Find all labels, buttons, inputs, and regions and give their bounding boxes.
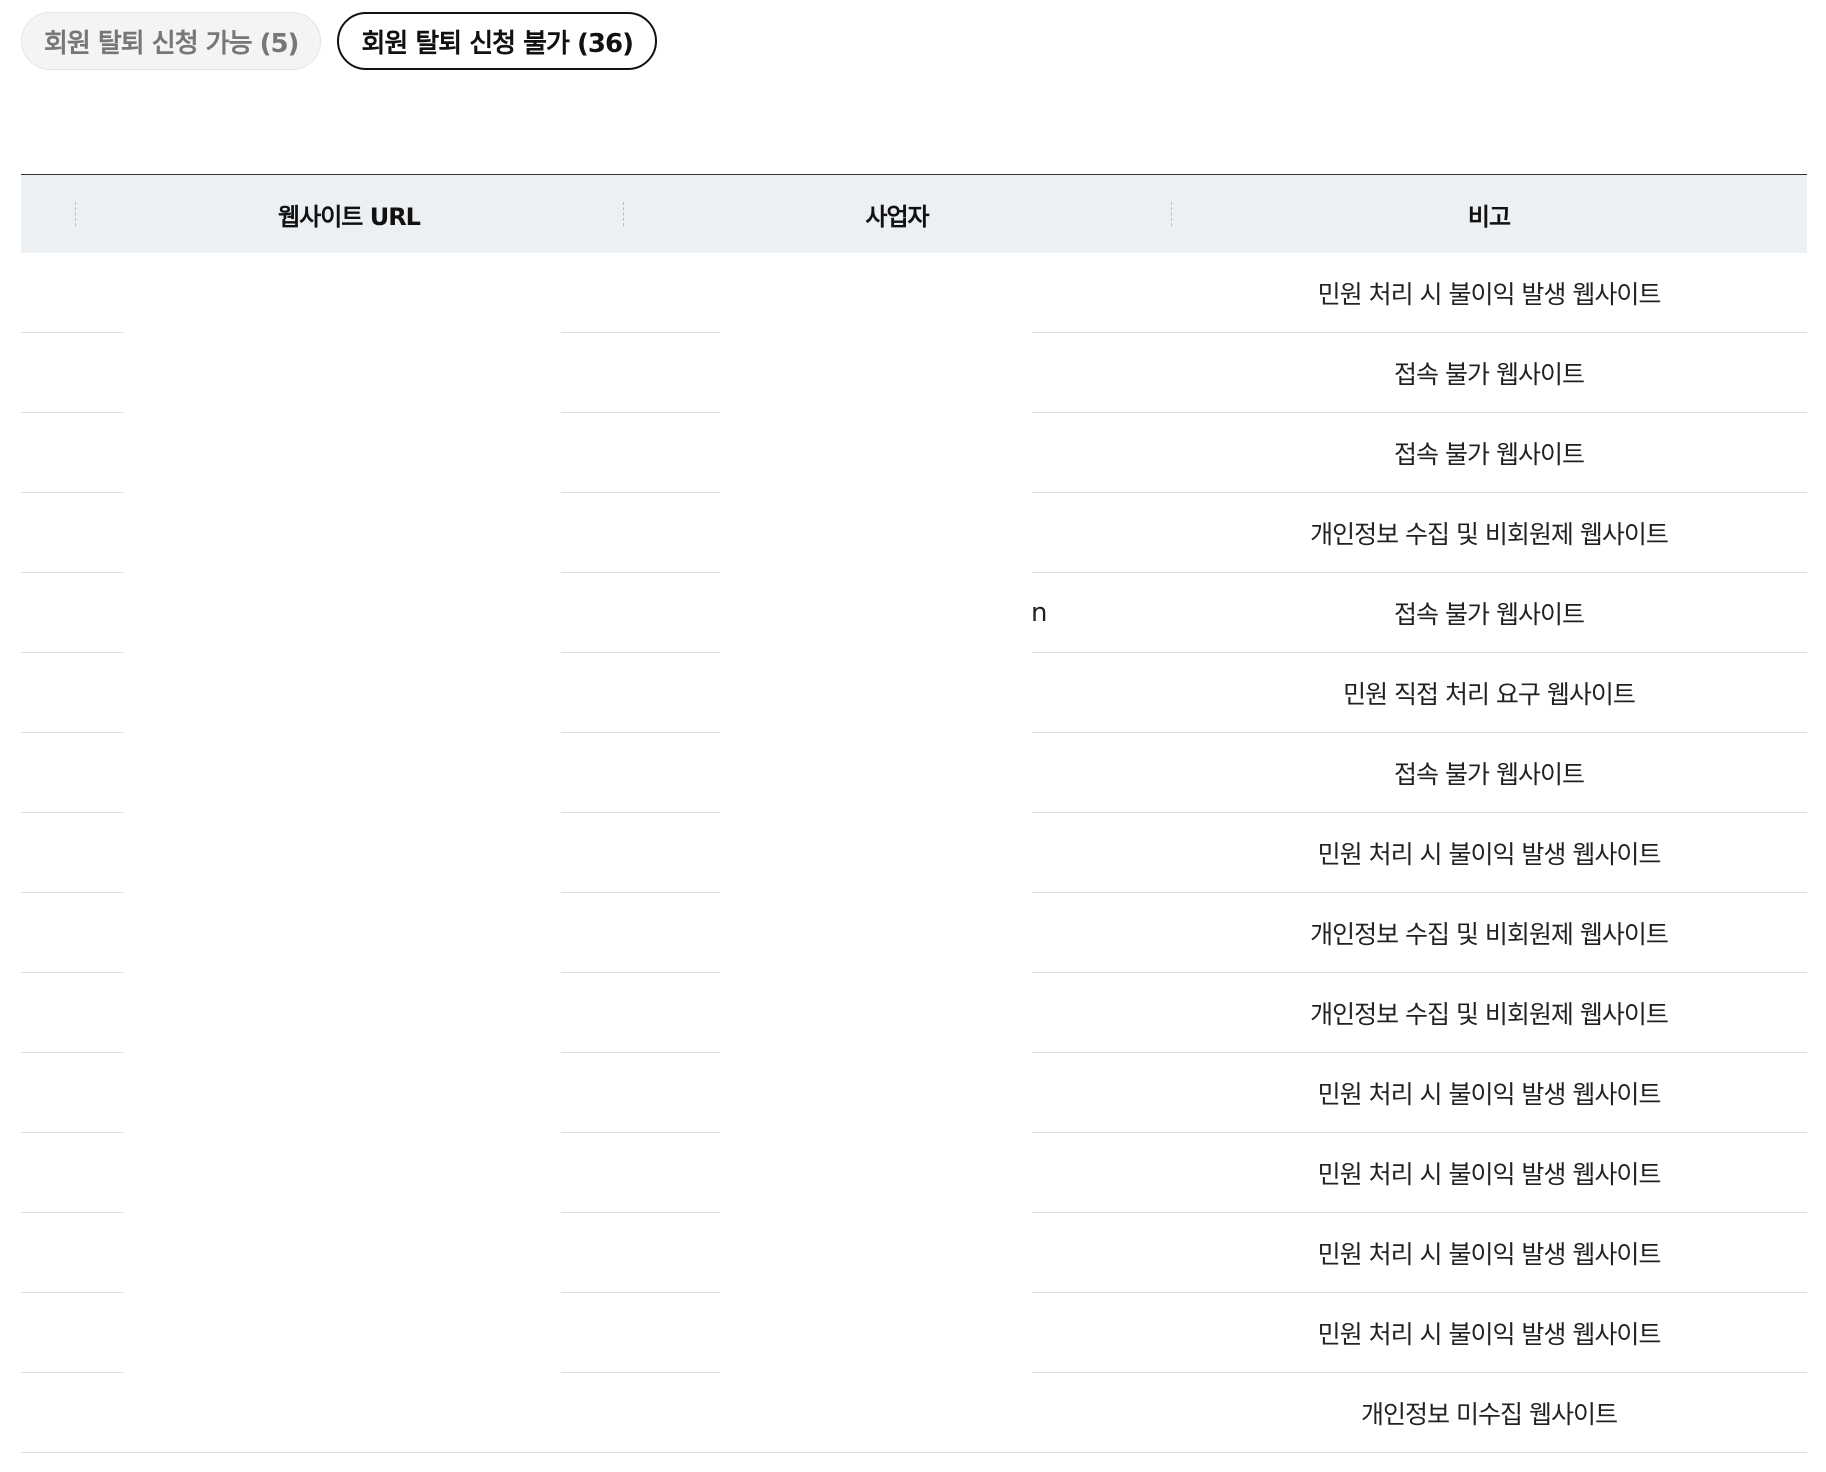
websites-table: 웹사이트 URL 사업자 비고 민원 처리 시 불이익 발생 웹사이트접속 불가…	[21, 174, 1807, 1453]
table-row: 민원 처리 시 불이익 발생 웹사이트	[21, 1293, 1807, 1373]
row-divider	[21, 1452, 1807, 1453]
note-cell: 민원 처리 시 불이익 발생 웹사이트	[1317, 1160, 1662, 1189]
header-note: 비고	[1171, 175, 1807, 253]
note-cell: 민원 처리 시 불이익 발생 웹사이트	[1317, 1080, 1662, 1109]
table-row: 개인정보 수집 및 비회원제 웹사이트	[21, 493, 1807, 573]
table-row: 개인정보 미수집 웹사이트	[21, 1373, 1807, 1453]
table-row: 접속 불가 웹사이트	[21, 413, 1807, 493]
note-cell: 민원 처리 시 불이익 발생 웹사이트	[1317, 1320, 1662, 1349]
table-body: 민원 처리 시 불이익 발생 웹사이트 접속 불가 웹사이트 접속 불가 웹사이트 개…	[21, 253, 1807, 1453]
note-cell: 개인정보 수집 및 비회원제 웹사이트	[1310, 520, 1669, 549]
note-cell: 개인정보 수집 및 비회원제 웹사이트	[1310, 1000, 1669, 1029]
header-website-url: 웹사이트 URL	[75, 175, 623, 253]
table-row: n 접속 불가 웹사이트	[21, 573, 1807, 653]
operator-text-fragment: n	[1031, 598, 1047, 628]
note-cell: 접속 불가 웹사이트	[1394, 600, 1585, 629]
table-row: 접속 불가 웹사이트	[21, 333, 1807, 413]
note-cell: 개인정보 미수집 웹사이트	[1361, 1400, 1618, 1429]
tab-withdrawal-possible[interactable]: 회원 탈퇴 신청 가능 (5)	[21, 12, 322, 70]
table-row: 민원 처리 시 불이익 발생 웹사이트	[21, 253, 1807, 333]
table-row: 민원 처리 시 불이익 발생 웹사이트	[21, 1213, 1807, 1293]
table-row: 민원 직접 처리 요구 웹사이트	[21, 653, 1807, 733]
note-cell: 개인정보 수집 및 비회원제 웹사이트	[1310, 920, 1669, 949]
table-row: 민원 처리 시 불이익 발생 웹사이트	[21, 813, 1807, 893]
note-cell: 접속 불가 웹사이트	[1394, 440, 1585, 469]
note-cell: 민원 처리 시 불이익 발생 웹사이트	[1317, 840, 1662, 869]
table-row: 민원 처리 시 불이익 발생 웹사이트	[21, 1053, 1807, 1133]
header-number	[21, 175, 75, 253]
note-cell: 민원 처리 시 불이익 발생 웹사이트	[1317, 280, 1662, 309]
tab-withdrawal-impossible[interactable]: 회원 탈퇴 신청 불가 (36)	[337, 12, 657, 70]
note-cell: 접속 불가 웹사이트	[1394, 360, 1585, 389]
filter-tabs: 회원 탈퇴 신청 가능 (5) 회원 탈퇴 신청 불가 (36)	[21, 12, 657, 70]
note-cell: 민원 직접 처리 요구 웹사이트	[1343, 680, 1636, 709]
note-cell: 민원 처리 시 불이익 발생 웹사이트	[1317, 1240, 1662, 1269]
table-row: 민원 처리 시 불이익 발생 웹사이트	[21, 1133, 1807, 1213]
header-operator: 사업자	[623, 175, 1171, 253]
table-row: 접속 불가 웹사이트	[21, 733, 1807, 813]
table-header: 웹사이트 URL 사업자 비고	[21, 174, 1807, 253]
note-cell: 접속 불가 웹사이트	[1394, 760, 1585, 789]
table-row: 개인정보 수집 및 비회원제 웹사이트	[21, 973, 1807, 1053]
table-row: 개인정보 수집 및 비회원제 웹사이트	[21, 893, 1807, 973]
